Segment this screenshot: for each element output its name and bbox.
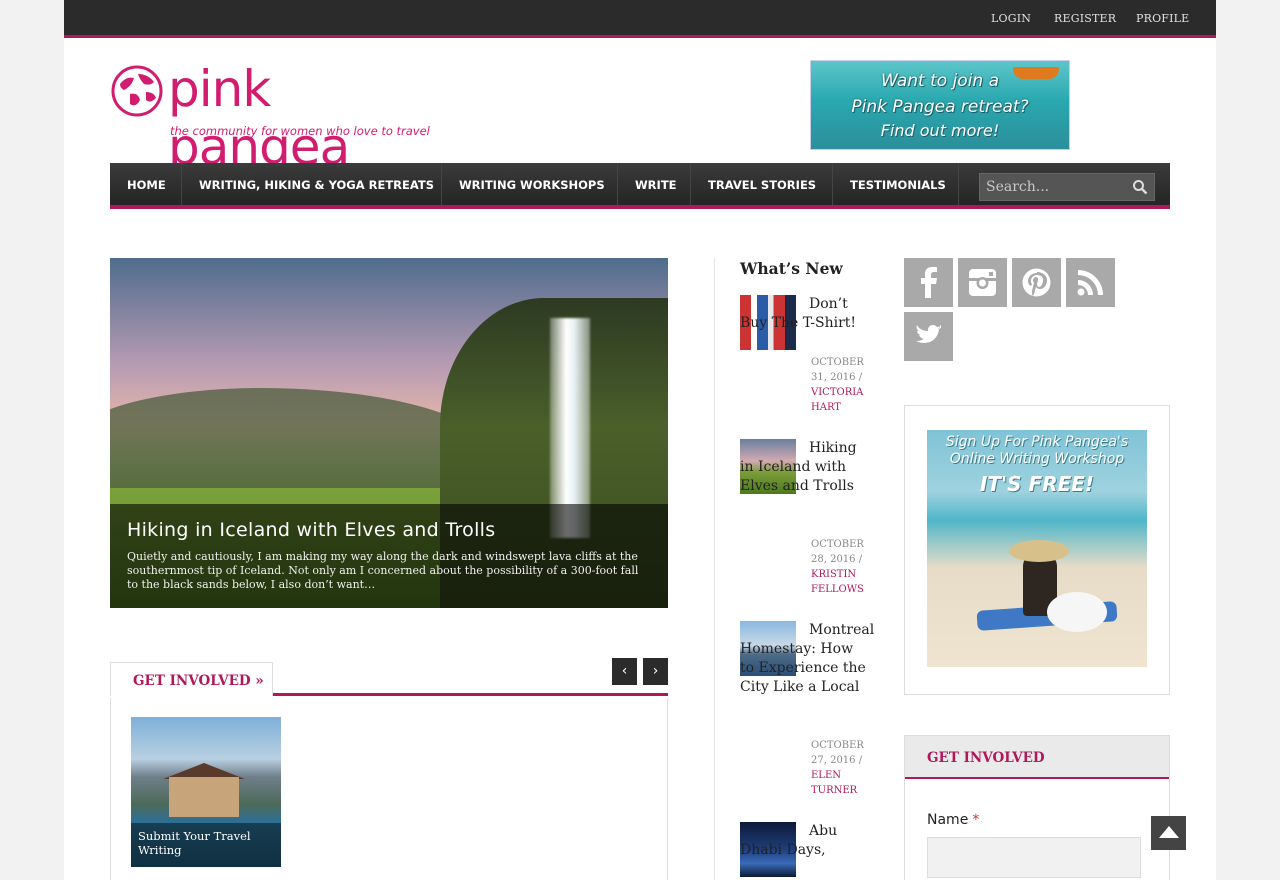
card-label: Submit Your Travel Writing bbox=[138, 829, 251, 857]
submit-writing-card[interactable]: Submit Your Travel Writing bbox=[131, 717, 281, 867]
profile-link[interactable]: PROFILE bbox=[1136, 12, 1189, 25]
search-box bbox=[979, 173, 1155, 201]
login-link[interactable]: LOGIN bbox=[991, 12, 1031, 25]
list-item: Abu Dhabi Days, bbox=[740, 822, 866, 880]
get-involved-carousel: Submit Your Travel Writing bbox=[110, 698, 668, 880]
nav-retreats[interactable]: WRITING, HIKING & YOGA RETREATS bbox=[182, 163, 442, 205]
carousel-prev-button[interactable]: ‹ bbox=[612, 658, 637, 685]
page: LOGIN REGISTER PROFILE pink pangea the c… bbox=[64, 0, 1216, 880]
form-heading: GET INVOLVED bbox=[927, 750, 1045, 766]
nav-write[interactable]: WRITE bbox=[618, 163, 691, 205]
slider-excerpt: Quietly and cautiously, I am making my w… bbox=[127, 550, 639, 591]
card-image-house bbox=[169, 777, 239, 817]
carousel-next-button[interactable]: › bbox=[643, 658, 668, 685]
banner-line-1: Want to join a bbox=[880, 71, 1000, 91]
post-date: OCTOBER 28, 2016 / bbox=[811, 539, 864, 565]
ad-image-hat bbox=[1009, 540, 1069, 562]
ad-free-text: IT'S FREE! bbox=[979, 472, 1095, 496]
get-involved-heading: GET INVOLVED » bbox=[133, 673, 264, 689]
banner-line-3: Find out more! bbox=[880, 121, 1000, 140]
logo-wordmark: pink pangea bbox=[168, 60, 350, 176]
pinterest-icon[interactable] bbox=[1012, 258, 1061, 307]
ad-image-bag bbox=[1047, 592, 1107, 632]
banner-line-2: Pink Pangea retreat? bbox=[851, 97, 1029, 117]
get-involved-form: GET INVOLVED Name * bbox=[904, 735, 1170, 880]
featured-slider[interactable]: Hiking in Iceland with Elves and Trolls … bbox=[110, 258, 668, 608]
nav-home[interactable]: HOME bbox=[110, 163, 182, 205]
nav-testimonials[interactable]: TESTIMONIALS bbox=[833, 163, 959, 205]
list-item: Don’t Buy The T-Shirt! OCTOBER 31, 2016 … bbox=[740, 295, 866, 425]
slider-title[interactable]: Hiking in Iceland with Elves and Trolls bbox=[127, 519, 495, 541]
column-divider bbox=[714, 258, 715, 880]
card-caption: Submit Your Travel Writing bbox=[131, 823, 281, 867]
logo-tagline: the community for women who love to trav… bbox=[170, 124, 430, 138]
post-title[interactable]: Don’t Buy The T-Shirt! bbox=[740, 295, 866, 333]
post-meta: OCTOBER 28, 2016 / KRISTIN FELLOWS bbox=[811, 537, 869, 597]
site-logo[interactable]: pink pangea the community for women who … bbox=[110, 60, 440, 176]
register-link[interactable]: REGISTER bbox=[1054, 12, 1116, 25]
workshop-ad-widget: Sign Up For Pink Pangea's Online Writing… bbox=[904, 405, 1170, 695]
post-author[interactable]: VICTORIA HART bbox=[811, 387, 863, 413]
workshop-ad-image[interactable]: Sign Up For Pink Pangea's Online Writing… bbox=[927, 430, 1147, 667]
name-field[interactable] bbox=[927, 837, 1141, 878]
name-label-text: Name bbox=[927, 812, 969, 828]
get-involved-tab[interactable]: GET INVOLVED » bbox=[110, 662, 273, 696]
search-icon[interactable] bbox=[1132, 179, 1148, 195]
post-title[interactable]: Hiking in Iceland with Elves and Trolls bbox=[740, 439, 866, 496]
required-mark: * bbox=[972, 812, 980, 828]
post-meta: OCTOBER 31, 2016 / VICTORIA HART bbox=[811, 355, 869, 415]
list-item: Hiking in Iceland with Elves and Trolls … bbox=[740, 439, 866, 609]
instagram-icon[interactable] bbox=[958, 258, 1007, 307]
rss-icon[interactable] bbox=[1066, 258, 1115, 307]
scroll-top-button[interactable] bbox=[1151, 816, 1186, 850]
arrow-up-icon bbox=[1159, 826, 1179, 838]
post-author[interactable]: KRISTIN FELLOWS bbox=[811, 569, 864, 595]
post-date: OCTOBER 31, 2016 / bbox=[811, 357, 864, 383]
list-item: Montreal Homestay: How to Experience the… bbox=[740, 621, 874, 811]
main-nav: HOME WRITING, HIKING & YOGA RETREATS WRI… bbox=[110, 163, 1170, 209]
nav-travel-stories[interactable]: TRAVEL STORIES bbox=[691, 163, 833, 205]
whats-new-title: What’s New bbox=[740, 259, 843, 278]
form-header: GET INVOLVED bbox=[905, 736, 1169, 779]
post-date: OCTOBER 27, 2016 / bbox=[811, 740, 864, 766]
get-involved-header: GET INVOLVED » bbox=[110, 660, 668, 696]
post-title[interactable]: Montreal Homestay: How to Experience the… bbox=[740, 621, 874, 697]
search-input[interactable] bbox=[980, 174, 1120, 200]
name-label: Name * bbox=[927, 812, 979, 828]
facebook-icon[interactable] bbox=[904, 258, 953, 307]
slider-caption: Hiking in Iceland with Elves and Trolls … bbox=[110, 504, 668, 608]
post-title[interactable]: Abu Dhabi Days, bbox=[740, 822, 866, 860]
post-meta: OCTOBER 27, 2016 / ELEN TURNER bbox=[811, 738, 869, 798]
globe-icon bbox=[111, 65, 163, 117]
ad-headline: Sign Up For Pink Pangea's Online Writing… bbox=[945, 434, 1129, 467]
nav-writing-workshops[interactable]: WRITING WORKSHOPS bbox=[442, 163, 618, 205]
top-bar: LOGIN REGISTER PROFILE bbox=[64, 0, 1216, 38]
post-author[interactable]: ELEN TURNER bbox=[811, 770, 857, 796]
twitter-icon[interactable] bbox=[904, 312, 953, 361]
retreat-banner[interactable]: Want to join a Pink Pangea retreat? Find… bbox=[810, 60, 1070, 150]
